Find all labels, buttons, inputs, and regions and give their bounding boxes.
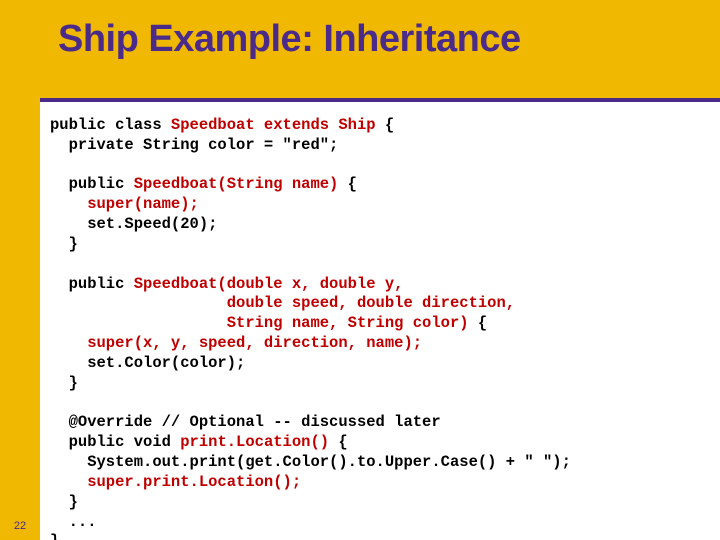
code-line: public Speedboat(String name) { <box>50 175 357 193</box>
code-line: } <box>50 532 59 540</box>
code-line: String name, String color) { <box>50 314 487 332</box>
code-line: } <box>50 235 78 253</box>
code-line: public void print.Location() { <box>50 433 348 451</box>
code-line: public class Speedboat extends Ship { <box>50 116 394 134</box>
code-line: @Override // Optional -- discussed later <box>50 413 441 431</box>
code-line: super(x, y, speed, direction, name); <box>50 334 422 352</box>
code-line: } <box>50 374 78 392</box>
left-sidebar <box>0 0 40 540</box>
code-line: set.Speed(20); <box>50 215 217 233</box>
code-line: public Speedboat(double x, double y, <box>50 275 403 293</box>
code-block: public class Speedboat extends Ship { pr… <box>50 116 705 540</box>
slide-number: 22 <box>10 520 30 532</box>
code-line: ... <box>50 513 97 531</box>
code-line: double speed, double direction, <box>50 294 515 312</box>
code-line: super.print.Location(); <box>50 473 301 491</box>
code-line: } <box>50 493 78 511</box>
code-line: System.out.print(get.Color().to.Upper.Ca… <box>50 453 571 471</box>
slide-title: Ship Example: Inheritance <box>58 18 521 61</box>
code-line: super(name); <box>50 195 199 213</box>
code-line: set.Color(color); <box>50 354 245 372</box>
code-line: private String color = "red"; <box>50 136 338 154</box>
